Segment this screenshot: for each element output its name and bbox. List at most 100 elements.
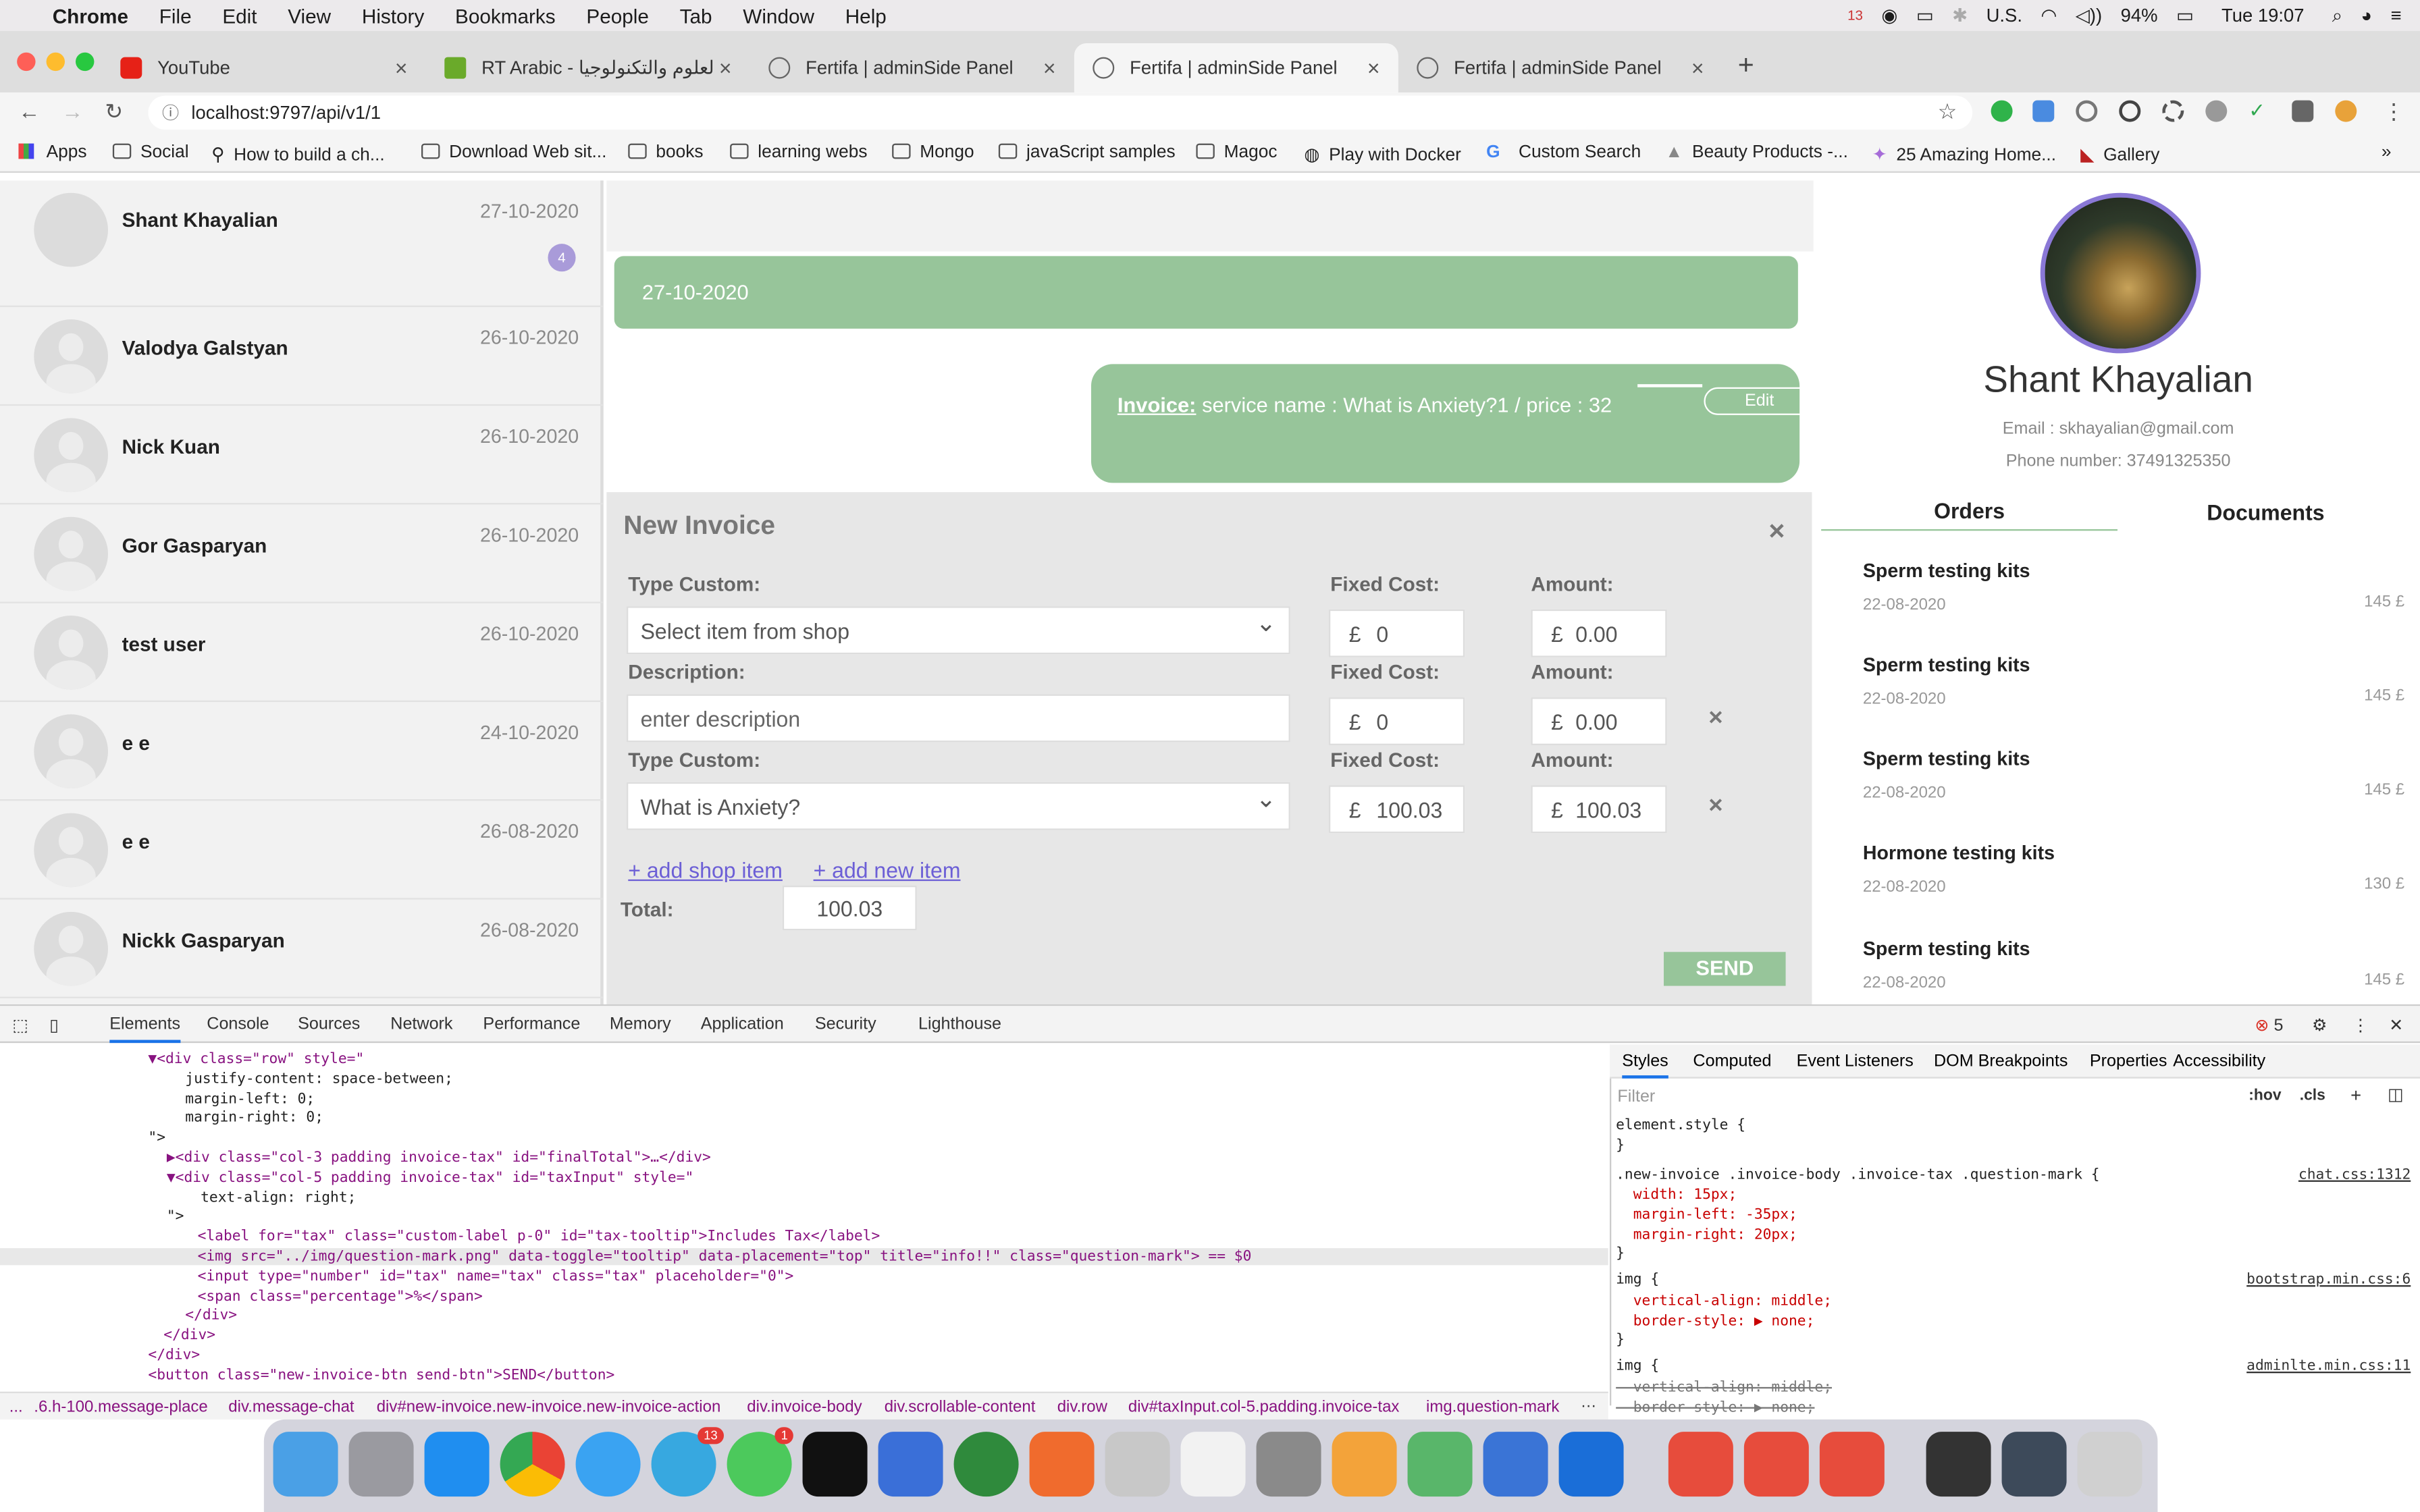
- tab-rt-arabic[interactable]: RT Arabic - العلوم والتكنولوجيا ×: [426, 43, 750, 92]
- bookmark-download-web[interactable]: Download Web sit...: [421, 143, 606, 162]
- dock-intellij-idea-icon[interactable]: [802, 1432, 868, 1497]
- amount-input[interactable]: £0.00: [1531, 697, 1667, 745]
- extension-gear-icon[interactable]: [2205, 100, 2228, 122]
- dock-android-studio-icon[interactable]: [1407, 1432, 1473, 1497]
- tab-close-icon[interactable]: ×: [1685, 55, 1710, 80]
- styles-tab-accessibility[interactable]: Accessibility: [2173, 1052, 2265, 1071]
- extension-refresh-icon[interactable]: [2076, 100, 2098, 122]
- tab-close-icon[interactable]: ×: [389, 55, 414, 80]
- wifi-icon[interactable]: ◠: [2041, 5, 2057, 26]
- style-source-link[interactable]: bootstrap.min.css:6: [2246, 1271, 2411, 1288]
- breadcrumb-item[interactable]: .6.h-100.message-place: [34, 1398, 207, 1416]
- breadcrumb-item[interactable]: div#new-invoice.new-invoice.new-invoice-…: [377, 1398, 721, 1416]
- extension-check-icon[interactable]: ✓: [2248, 99, 2270, 122]
- dock-launchpad-icon[interactable]: [348, 1432, 414, 1497]
- bookmark-social[interactable]: Social: [112, 143, 189, 162]
- notification-badge-icon[interactable]: 13: [1847, 7, 1863, 23]
- bookmark-how-to-build[interactable]: ⚲ How to build a ch...: [211, 144, 385, 165]
- devtools-tab-elements[interactable]: Elements: [109, 1015, 181, 1044]
- breadcrumb-item[interactable]: div.invoice-body: [747, 1398, 862, 1416]
- contact-row[interactable]: Nick Kuan 26-10-2020: [0, 406, 604, 505]
- fixed-cost-input[interactable]: £0: [1328, 697, 1465, 745]
- devtools-close-icon[interactable]: ✕: [2389, 1015, 2403, 1035]
- contact-row[interactable]: Nickk Gasparyan 26-08-2020: [0, 900, 604, 998]
- style-rule-line[interactable]: img {bootstrap.min.css:6: [1616, 1271, 2414, 1288]
- clock[interactable]: Tue 19:07: [2221, 5, 2305, 26]
- spotlight-search-icon[interactable]: ⌕: [2332, 4, 2342, 27]
- style-rule-line[interactable]: width: 15px;: [1616, 1187, 2414, 1204]
- styles-tab-dom-breakpoints[interactable]: DOM Breakpoints: [1934, 1052, 2068, 1071]
- devtools-more-icon[interactable]: ⋮: [2352, 1015, 2369, 1035]
- bookmark-custom-search[interactable]: G Custom Search: [1486, 144, 1641, 162]
- contact-row[interactable]: Gor Gasparyan 26-10-2020: [0, 504, 604, 603]
- add-shop-item-link[interactable]: + add shop item: [628, 858, 783, 883]
- contact-row[interactable]: Valodya Galstyan 26-10-2020: [0, 307, 604, 406]
- bookmark-beauty-products[interactable]: ▲ Beauty Products -...: [1665, 144, 1848, 162]
- profile-avatar-icon[interactable]: [2335, 100, 2357, 122]
- devtools-tab-sources[interactable]: Sources: [298, 1015, 360, 1033]
- dom-node-line[interactable]: <span class="percentage">%</span>: [198, 1288, 483, 1305]
- bookmark-books[interactable]: books: [628, 143, 704, 162]
- style-rule-line[interactable]: .new-invoice .invoice-body .invoice-tax …: [1616, 1166, 2414, 1183]
- dock-textedit-icon[interactable]: [1180, 1432, 1246, 1497]
- edit-message-button[interactable]: Edit: [1704, 387, 1815, 415]
- menu-app-name[interactable]: Chrome: [53, 4, 128, 27]
- bookmark-magoc[interactable]: Magoc: [1196, 143, 1277, 162]
- tab-fertifa-3[interactable]: Fertifa | adminSide Panel ×: [1398, 43, 1722, 92]
- dom-node-line[interactable]: ▼<div class="col-5 padding invoice-tax" …: [167, 1169, 693, 1186]
- breadcrumb-item[interactable]: div.row: [1057, 1398, 1107, 1416]
- breadcrumbs-overflow[interactable]: ...: [9, 1398, 23, 1416]
- bookmark-25-amazing-home[interactable]: ✦ 25 Amazing Home...: [1872, 144, 2056, 165]
- bluetooth-icon[interactable]: ✱: [1952, 5, 1968, 26]
- dock-telegram-icon[interactable]: [2001, 1432, 2067, 1497]
- extensions-puzzle-icon[interactable]: [2292, 100, 2314, 122]
- style-rule-line[interactable]: border-style: ▶ none;: [1616, 1313, 2414, 1330]
- dock-xcode-icon[interactable]: [1483, 1432, 1548, 1497]
- dock-git-icon[interactable]: [1819, 1432, 1885, 1497]
- menu-view[interactable]: View: [288, 4, 331, 27]
- item-select[interactable]: Select item from shop: [626, 601, 1290, 655]
- styles-tab-styles[interactable]: Styles: [1622, 1052, 1668, 1079]
- bookmarks-overflow-icon[interactable]: »: [2382, 144, 2392, 162]
- dock-mongodb-compass-icon[interactable]: [953, 1432, 1019, 1497]
- bookmark-javascript-samples[interactable]: javaScript samples: [998, 143, 1176, 162]
- dock-finder-icon[interactable]: [273, 1432, 338, 1497]
- dock-git-icon[interactable]: [1668, 1432, 1733, 1497]
- tab-orders[interactable]: Orders: [1821, 498, 2118, 531]
- contact-row[interactable]: e e 24-10-2020: [0, 702, 604, 801]
- menu-window[interactable]: Window: [743, 4, 814, 27]
- dock-safari-icon[interactable]: [575, 1432, 641, 1497]
- dock-system-preferences-icon[interactable]: [1256, 1432, 1321, 1497]
- devtools-tab-lighthouse[interactable]: Lighthouse: [918, 1015, 1001, 1033]
- dock-trash-icon[interactable]: [2077, 1432, 2142, 1497]
- devtools-tab-application[interactable]: Application: [701, 1015, 784, 1033]
- contact-row[interactable]: e e 26-08-2020: [0, 801, 604, 900]
- menu-edit[interactable]: Edit: [222, 4, 257, 27]
- style-rule-line[interactable]: }: [1616, 1332, 2414, 1349]
- contact-row[interactable]: Shant Khayalian 27-10-2020 4: [0, 180, 604, 307]
- invoice-close-icon[interactable]: ×: [1768, 515, 1785, 547]
- bookmark-mongo[interactable]: Mongo: [892, 143, 974, 162]
- hover-state-toggle[interactable]: :hov: [2248, 1087, 2281, 1104]
- airplay-icon[interactable]: ▭: [1916, 5, 1934, 26]
- tab-fertifa-1[interactable]: Fertifa | adminSide Panel ×: [750, 43, 1074, 92]
- dock-app-store-icon[interactable]: [424, 1432, 490, 1497]
- dom-node-line[interactable]: <img src="../img/question-mark.png" data…: [0, 1248, 1608, 1266]
- error-count-icon[interactable]: ⊗ 5: [2255, 1015, 2283, 1035]
- order-item[interactable]: Hormone testing kits 22-08-2020 130 £: [1816, 841, 2420, 918]
- reload-icon[interactable]: ↻: [105, 99, 123, 125]
- breadcrumbs-more-icon[interactable]: …: [1581, 1393, 1597, 1411]
- tab-documents[interactable]: Documents: [2118, 500, 2414, 525]
- bookmark-star-icon[interactable]: ☆: [1938, 99, 1957, 125]
- description-input[interactable]: enter description: [626, 694, 1290, 742]
- window-close-icon[interactable]: [17, 52, 36, 72]
- order-item[interactable]: Sperm testing kits 22-08-2020 145 £: [1816, 558, 2420, 635]
- menu-history[interactable]: History: [362, 4, 424, 27]
- tab-close-icon[interactable]: ×: [1037, 55, 1062, 80]
- elements-dom-tree[interactable]: ▼<div class="row" style=" justify-content…: [0, 1044, 1608, 1386]
- grammarly-icon[interactable]: [1991, 100, 2013, 122]
- volume-icon[interactable]: ◁)): [2076, 5, 2102, 26]
- dom-node-line[interactable]: <input type="number" id="tax" name="tax"…: [198, 1268, 794, 1285]
- amount-input[interactable]: £0.00: [1531, 609, 1667, 657]
- dom-node-line[interactable]: <button class="new-invoice-btn send-btn"…: [148, 1367, 614, 1384]
